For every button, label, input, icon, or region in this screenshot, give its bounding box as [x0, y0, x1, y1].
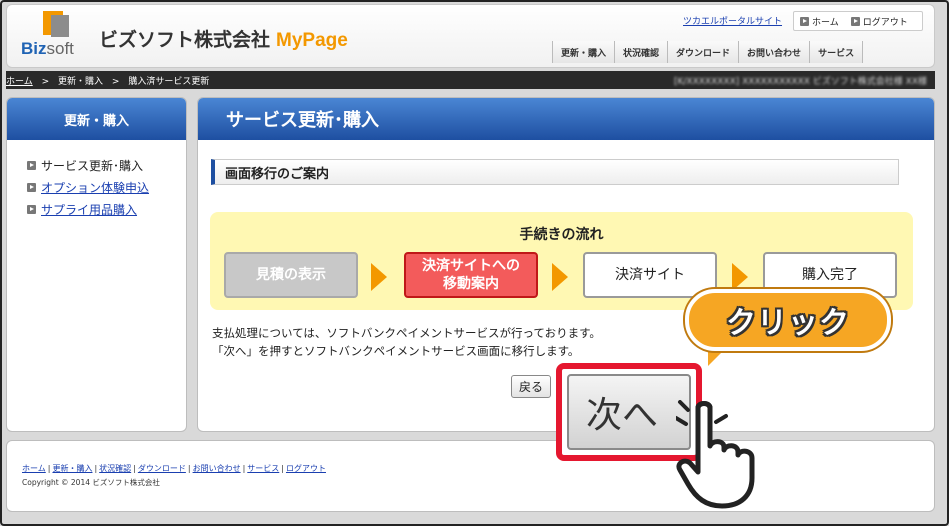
gnav-item-status[interactable]: 状況確認 [614, 41, 668, 63]
footer-link-contact[interactable]: お問い合わせ [193, 464, 241, 473]
sidebar-item-service-update: サービス更新･購入 [27, 154, 186, 176]
sidebar: 更新・購入 サービス更新･購入 オプション体験申込 サプライ用品購入 [6, 97, 187, 432]
flow-step-label: 決済サイトへの移動案内 [422, 258, 520, 292]
footer-links: ホーム | 更新・購入 | 状況確認 | ダウンロード | お問い合わせ | サービス | ログアウト [22, 464, 326, 473]
gnav-item-service[interactable]: サービス [809, 41, 864, 63]
footer-link-update-purchase[interactable]: 更新・購入 [52, 464, 92, 473]
arrow-square-icon [850, 16, 860, 26]
pointing-hand-icon [676, 400, 755, 509]
footer-link-home[interactable]: ホーム [22, 464, 46, 473]
util-home-label: ホーム [812, 17, 839, 28]
mypage-label: MyPage [276, 30, 348, 51]
logo-brand-sub: soft [46, 39, 74, 58]
arrow-square-icon [27, 204, 36, 214]
arrow-square-icon [27, 182, 36, 192]
sidebar-item-option-trial[interactable]: オプション体験申込 [27, 176, 186, 198]
arrow-square-icon [27, 160, 36, 170]
click-callout: クリック [685, 289, 891, 351]
description-line: 支払処理については、ソフトバンクペイメントサービスが行っております。 [212, 326, 601, 340]
gnav-item-download[interactable]: ダウンロード [667, 41, 739, 63]
gnav-item-update-purchase[interactable]: 更新・購入 [552, 41, 615, 63]
user-info: [K/XXXXXXXX] XXXXXXXXXXX ビズソフト株式会社様 XX様 [673, 77, 927, 87]
logo-brand-main: Biz [21, 39, 47, 58]
sidebar-item-label[interactable]: サプライ用品購入 [41, 201, 137, 218]
sidebar-item-label[interactable]: オプション体験申込 [41, 179, 149, 196]
copyright: Copyright © 2014 ビズソフト株式会社 [22, 478, 160, 487]
sidebar-item-supply-purchase[interactable]: サプライ用品購入 [27, 198, 186, 220]
breadcrumb-level1: 更新・購入 [58, 76, 104, 87]
sidebar-title: 更新・購入 [7, 98, 186, 140]
flow-arrow-icon [371, 263, 387, 291]
breadcrumb-separator: > [41, 76, 50, 87]
sidebar-item-label: サービス更新･購入 [41, 158, 144, 173]
gnav-item-contact[interactable]: お問い合わせ [738, 41, 810, 63]
global-nav: 更新・購入 状況確認 ダウンロード お問い合わせ サービス [552, 41, 864, 63]
breadcrumb-home-link[interactable]: ホーム [6, 77, 33, 87]
util-home-link[interactable]: ホーム [800, 15, 839, 28]
footer-link-service[interactable]: サービス [247, 464, 279, 473]
flow-step-payment-guide-current: 決済サイトへの移動案内 [404, 252, 538, 298]
breadcrumb-separator: > [111, 76, 120, 87]
site-footer: ホーム | 更新・購入 | 状況確認 | ダウンロード | お問い合わせ | サービス | ログアウト … [6, 440, 935, 512]
company-title: ビズソフト株式会社 MyPage [99, 25, 348, 52]
footer-link-status[interactable]: 状況確認 [99, 464, 131, 473]
footer-link-logout[interactable]: ログアウト [286, 464, 326, 473]
flow-arrow-icon [552, 263, 568, 291]
logo-wordmark: Bizsoft [21, 39, 74, 59]
click-callout-label: クリック [726, 306, 850, 341]
util-logout-label: ログアウト [862, 17, 908, 28]
sidebar-menu: サービス更新･購入 オプション体験申込 サプライ用品購入 [7, 140, 186, 220]
footer-link-download[interactable]: ダウンロード [138, 464, 186, 473]
arrow-square-icon [800, 16, 809, 26]
bizsoft-logo[interactable]: Bizsoft [21, 9, 91, 61]
flow-arrow-icon [732, 263, 748, 291]
site-header: Bizsoft ビズソフト株式会社 MyPage ツカエルポータルサイト ホーム … [6, 4, 935, 68]
back-button[interactable]: 戻る [511, 375, 551, 398]
breadcrumb: ホーム > 更新・購入 > 購入済サービス更新 [K/XXXXXXXX] XXX… [6, 71, 935, 89]
page-title: サービス更新･購入 [198, 98, 934, 140]
utility-nav: ホーム ログアウト [793, 11, 923, 31]
flow-title: 手続きの流れ [519, 227, 604, 243]
payment-description: 支払処理については、ソフトバンクペイメントサービスが行っております。 「次へ」を… [212, 324, 601, 360]
next-button[interactable]: 次へ [567, 374, 691, 450]
breadcrumb-trail: ホーム > 更新・購入 > 購入済サービス更新 [6, 74, 209, 87]
logo-square-gray [51, 15, 69, 37]
breadcrumb-current: 購入済サービス更新 [128, 76, 210, 87]
company-name: ビズソフト株式会社 [99, 29, 271, 51]
portal-site-link[interactable]: ツカエルポータルサイト [683, 14, 782, 27]
util-logout-link[interactable]: ログアウト [850, 15, 908, 28]
description-line: 「次へ」を押すとソフトバンクペイメントサービス画面に移行します。 [212, 344, 580, 358]
section-title: 画面移行のご案内 [211, 159, 899, 185]
flow-step-payment-site: 決済サイト [583, 252, 717, 298]
flow-step-estimate: 見積の表示 [224, 252, 358, 298]
